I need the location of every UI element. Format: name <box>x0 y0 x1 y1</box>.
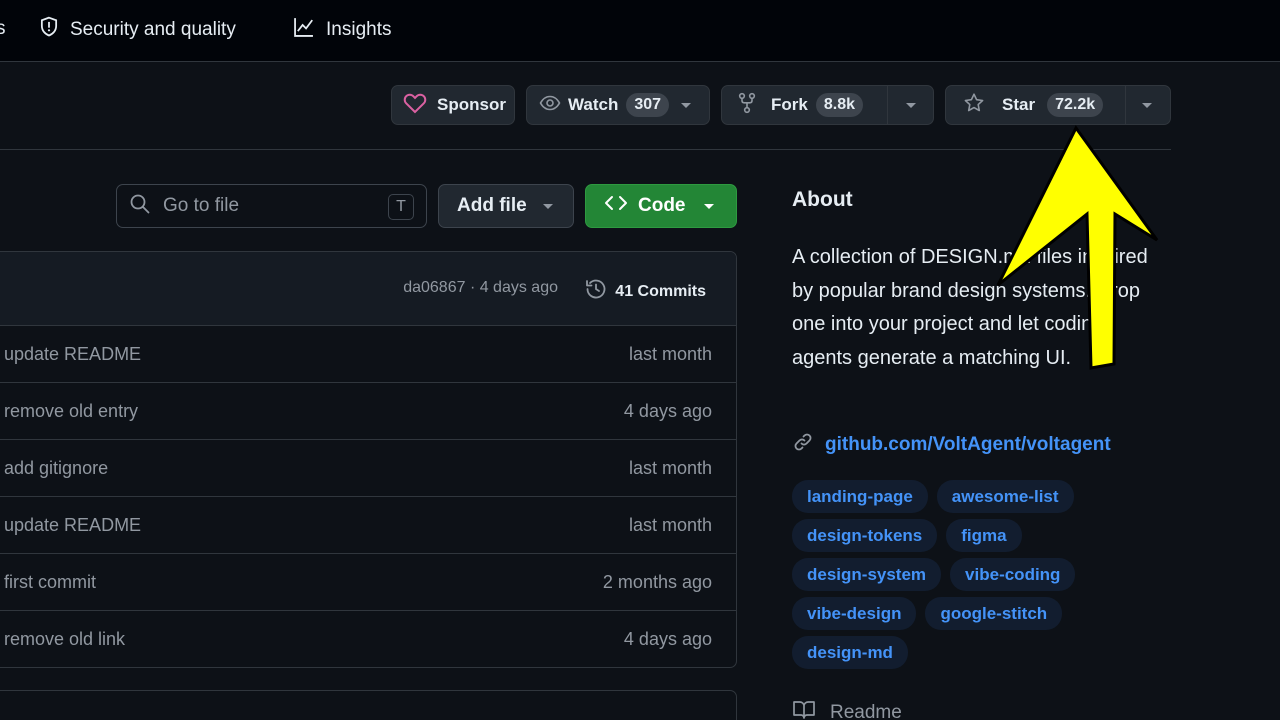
topic-tag[interactable]: design-tokens <box>792 519 938 552</box>
fork-divider <box>887 86 888 124</box>
readme-box <box>0 690 737 720</box>
history-icon <box>584 277 608 306</box>
code-icon <box>604 194 628 218</box>
latest-commit-meta[interactable]: da06867 · 4 days ago <box>403 279 558 297</box>
go-to-file-search[interactable]: T <box>116 184 427 228</box>
tab-security[interactable]: Security and quality <box>38 16 236 44</box>
table-row: first commit 2 months ago <box>0 554 736 611</box>
commit-message[interactable]: remove old link <box>4 629 125 650</box>
commit-date: last month <box>628 344 712 364</box>
fork-label: Fork <box>771 95 808 114</box>
book-icon <box>792 700 816 720</box>
commit-message[interactable]: first commit <box>4 572 96 593</box>
add-file-label: Add file <box>457 195 527 216</box>
search-input[interactable] <box>163 195 363 217</box>
topic-tag[interactable]: vibe-design <box>792 597 917 630</box>
header-divider <box>0 149 1171 150</box>
commit-date: last month <box>628 515 712 535</box>
commit-date: 2 months ago <box>602 572 712 592</box>
star-divider <box>1125 86 1126 124</box>
sponsor-label: Sponsor <box>437 95 506 114</box>
topic-tag[interactable]: design-md <box>792 636 908 669</box>
topic-tag[interactable]: vibe-coding <box>950 558 1076 591</box>
commit-date: 4 days ago <box>623 629 712 649</box>
file-list: da06867 · 4 days ago 41 Commits update R… <box>0 251 737 668</box>
page: s Security and quality Insights Sponsor … <box>0 0 1280 720</box>
code-label: Code <box>638 195 686 216</box>
star-button[interactable]: Star 72.2k <box>945 85 1171 125</box>
fork-icon <box>737 92 757 119</box>
star-label: Star <box>1002 95 1036 114</box>
table-row: remove old link 4 days ago <box>0 611 736 667</box>
tab-security-label: Security and quality <box>70 19 236 40</box>
search-shortcut-key: T <box>388 194 414 220</box>
watch-button[interactable]: Watch 307 <box>526 85 710 125</box>
commit-message[interactable]: update README <box>4 344 141 365</box>
about-title: About <box>792 188 853 211</box>
chevron-down-icon <box>703 203 714 209</box>
topic-tag[interactable]: google-stitch <box>925 597 1063 630</box>
tab-insights-label: Insights <box>326 19 392 40</box>
commit-date: 4 days ago <box>623 401 712 421</box>
add-file-button[interactable]: Add file <box>438 184 574 228</box>
topic-tag[interactable]: awesome-list <box>936 480 1074 513</box>
readme-label: Readme <box>830 702 902 720</box>
about-description: A collection of DESIGN.md files inspired… <box>792 246 1148 369</box>
tab-insights[interactable]: Insights <box>292 16 391 44</box>
commit-message[interactable]: remove old entry <box>4 401 138 422</box>
topic-list: landing-page awesome-list design-tokens … <box>792 480 1172 669</box>
latest-commit-bar: da06867 · 4 days ago 41 Commits <box>0 252 736 326</box>
search-icon <box>129 193 151 220</box>
watch-count: 307 <box>626 93 670 117</box>
commits-label: 41 Commits <box>615 282 706 300</box>
star-icon <box>963 92 985 119</box>
chevron-down-icon <box>681 102 692 108</box>
commits-link[interactable]: 41 Commits <box>584 277 706 306</box>
fork-button[interactable]: Fork 8.8k <box>721 85 934 125</box>
star-count: 72.2k <box>1047 93 1104 117</box>
commit-message[interactable]: update README <box>4 515 141 536</box>
repo-nav: s Security and quality Insights <box>0 0 1280 62</box>
homepage-link[interactable]: github.com/VoltAgent/voltagent <box>792 431 1111 459</box>
sponsor-button[interactable]: Sponsor <box>391 85 515 125</box>
table-row: update README last month <box>0 497 736 554</box>
link-icon <box>792 431 814 459</box>
shield-icon <box>38 16 60 44</box>
graph-icon <box>292 16 316 44</box>
topic-tag[interactable]: figma <box>946 519 1022 552</box>
commit-date: last month <box>628 458 712 478</box>
heart-icon <box>403 92 427 119</box>
fork-dropdown-icon[interactable] <box>906 103 916 108</box>
readme-link[interactable]: Readme <box>792 700 902 720</box>
topic-tag[interactable]: landing-page <box>792 480 928 513</box>
commit-message[interactable]: add gitignore <box>4 458 108 479</box>
chevron-down-icon <box>542 203 553 209</box>
table-row: add gitignore last month <box>0 440 736 497</box>
fork-count: 8.8k <box>815 93 863 117</box>
table-row: remove old entry 4 days ago <box>0 383 736 440</box>
watch-label: Watch <box>568 95 619 114</box>
topic-tag[interactable]: design-system <box>792 558 942 591</box>
table-row: update README last month <box>0 326 736 383</box>
homepage-link-label: github.com/VoltAgent/voltagent <box>825 434 1111 455</box>
code-button[interactable]: Code <box>585 184 737 228</box>
eye-icon <box>539 94 561 117</box>
star-dropdown-icon[interactable] <box>1142 103 1152 108</box>
nav-tab-partial[interactable]: s <box>0 18 6 40</box>
